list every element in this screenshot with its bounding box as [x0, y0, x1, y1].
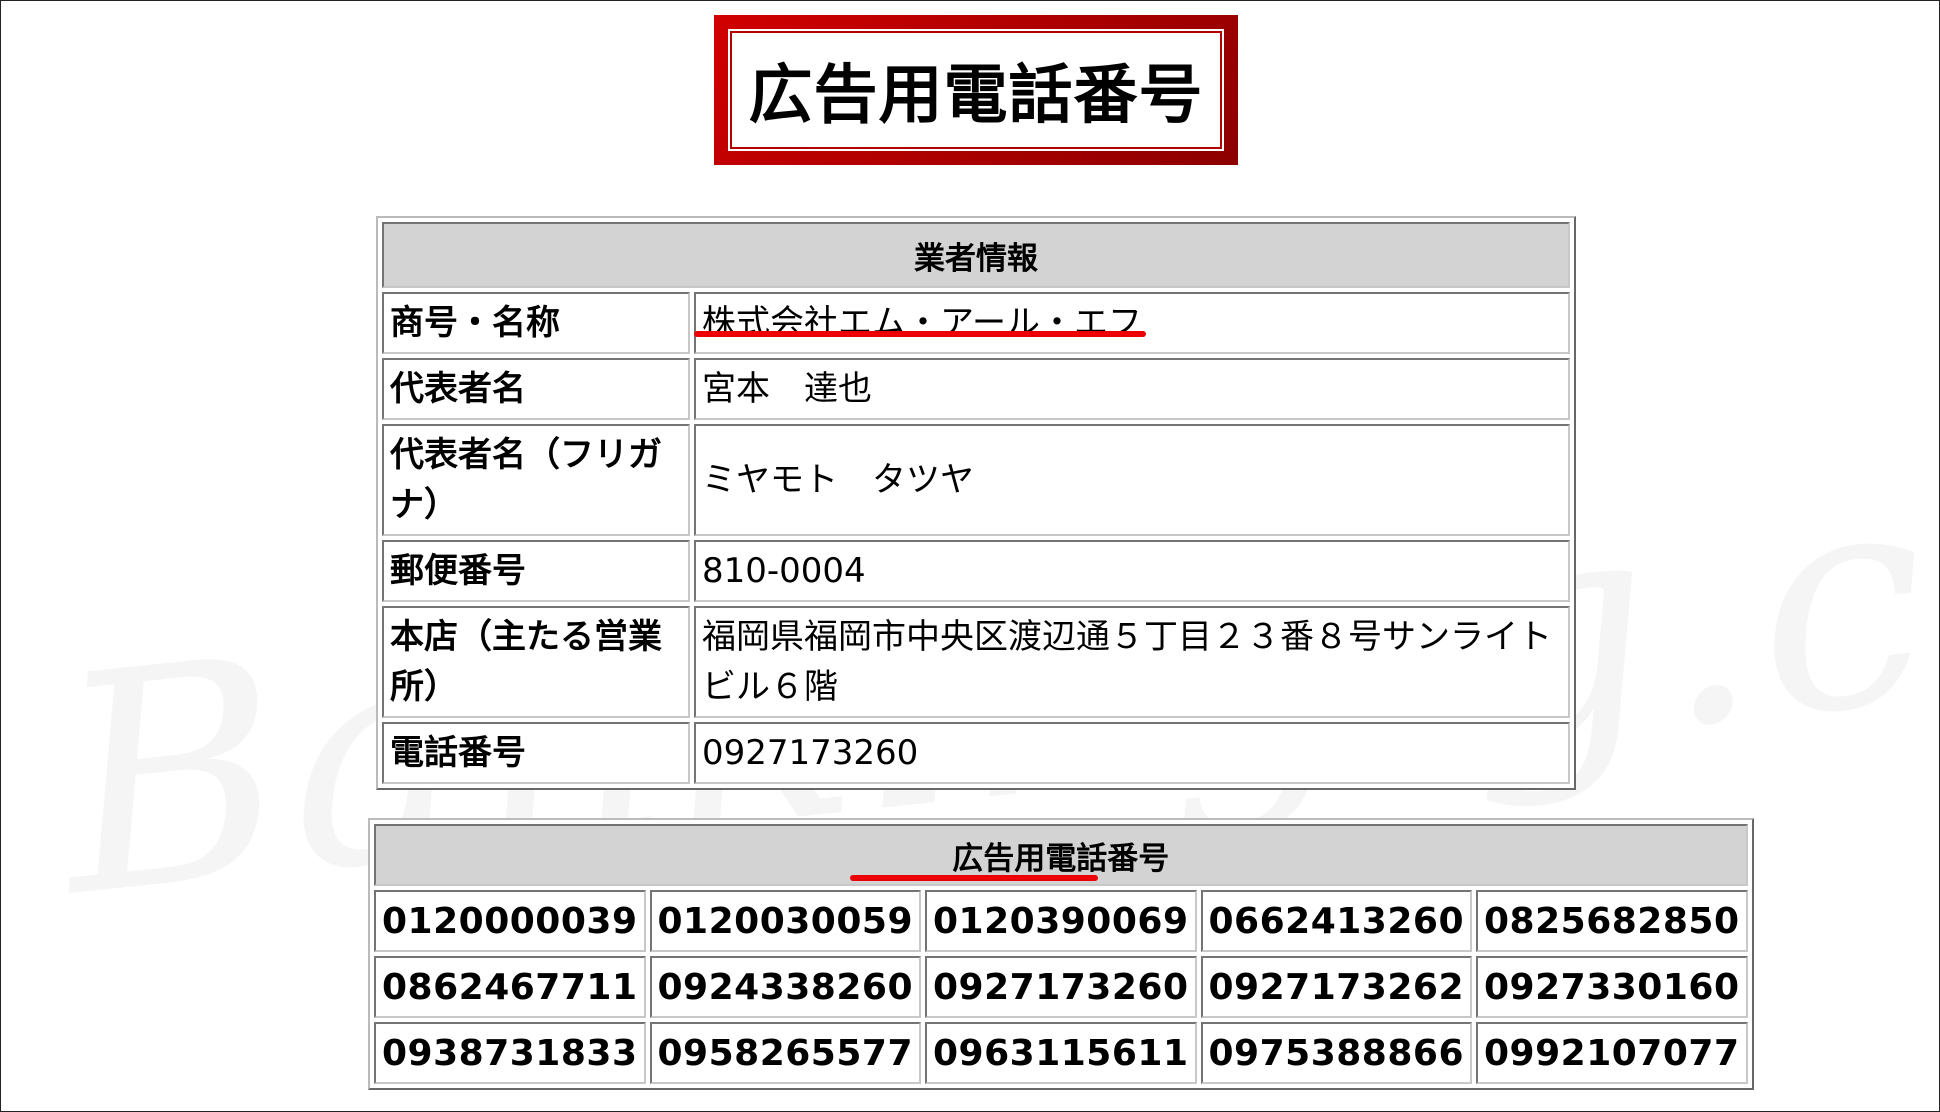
- row-label-representative-kana: 代表者名（フリガナ）: [382, 424, 690, 536]
- row-label-representative: 代表者名: [382, 358, 690, 420]
- table-row: 0862467711 0924338260 0927173260 0927173…: [374, 956, 1748, 1018]
- table-row: 代表者名 宮本 達也: [382, 358, 1570, 420]
- phone-cell: 0963115611: [925, 1022, 1197, 1084]
- phone-cell: 0120390069: [925, 890, 1197, 952]
- table-row: 本店（主たる営業所） 福岡県福岡市中央区渡辺通５丁目２３番８号サンライトビル６階: [382, 606, 1570, 718]
- trade-name-underline: [694, 331, 1146, 337]
- table-row: 代表者名（フリガナ） ミヤモト タツヤ: [382, 424, 1570, 536]
- phone-cell: 0927173260: [925, 956, 1197, 1018]
- table-row: 0120000039 0120030059 0120390069 0662413…: [374, 890, 1748, 952]
- phone-cell: 0938731833: [374, 1022, 646, 1084]
- row-value-representative: 宮本 達也: [694, 358, 1570, 420]
- row-label-phone: 電話番号: [382, 722, 690, 784]
- phone-cell: 0120030059: [649, 890, 921, 952]
- phone-cell: 0975388866: [1200, 1022, 1472, 1084]
- row-value-phone: 0927173260: [694, 722, 1570, 784]
- phone-cell: 0924338260: [649, 956, 921, 1018]
- page-title-box: 広告用電話番号: [714, 15, 1238, 165]
- row-label-postal-code: 郵便番号: [382, 540, 690, 602]
- table-row: 郵便番号 810-0004: [382, 540, 1570, 602]
- phone-cell: 0958265577: [649, 1022, 921, 1084]
- phone-cell: 0662413260: [1200, 890, 1472, 952]
- row-value-postal-code: 810-0004: [694, 540, 1570, 602]
- table-row: 0938731833 0958265577 0963115611 0975388…: [374, 1022, 1748, 1084]
- table-row: 商号・名称 株式会社エム・アール・エフ: [382, 292, 1570, 354]
- row-value-head-office: 福岡県福岡市中央区渡辺通５丁目２３番８号サンライトビル６階: [694, 606, 1570, 718]
- company-info-header: 業者情報: [382, 222, 1570, 288]
- row-label-head-office: 本店（主たる営業所）: [382, 606, 690, 718]
- phone-cell: 0825682850: [1476, 890, 1748, 952]
- page-title: 広告用電話番号: [728, 29, 1224, 151]
- row-value-representative-kana: ミヤモト タツヤ: [694, 424, 1570, 536]
- phone-cell: 0927330160: [1476, 956, 1748, 1018]
- ad-phone-header-underline: [850, 875, 1098, 881]
- phone-cell: 0862467711: [374, 956, 646, 1018]
- row-label-trade-name: 商号・名称: [382, 292, 690, 354]
- company-info-table: 業者情報 商号・名称 株式会社エム・アール・エフ 代表者名 宮本 達也 代表者名…: [376, 216, 1576, 790]
- ad-phone-table: 広告用電話番号 0120000039 0120030059 0120390069…: [368, 818, 1754, 1090]
- phone-cell: 0927173262: [1200, 956, 1472, 1018]
- row-value-trade-name: 株式会社エム・アール・エフ: [694, 292, 1570, 354]
- phone-cell: 0992107077: [1476, 1022, 1748, 1084]
- table-row: 電話番号 0927173260: [382, 722, 1570, 784]
- phone-cell: 0120000039: [374, 890, 646, 952]
